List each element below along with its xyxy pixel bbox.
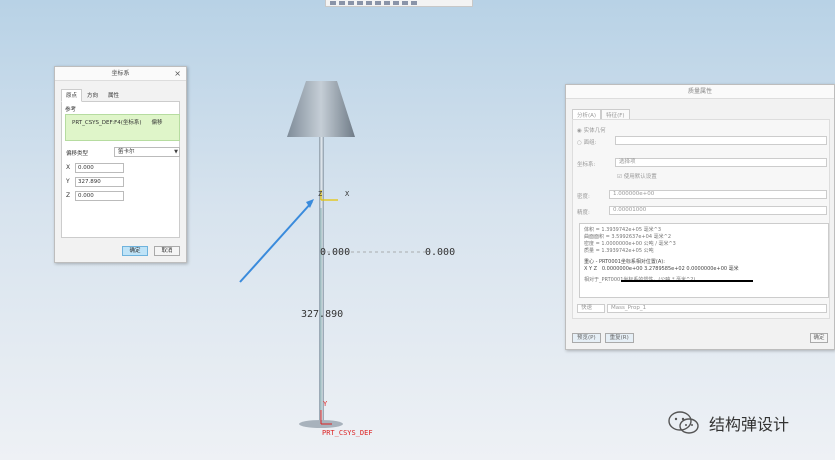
offset-type-select[interactable]: 笛卡尔 ▼ <box>114 147 180 157</box>
feature-name-input[interactable]: Mass_Prop_1 <box>607 304 827 313</box>
accuracy-label: 精度: <box>577 210 590 216</box>
use-default-checkbox[interactable]: ☑ 使用默认设置 <box>617 172 657 180</box>
axis-z-label: Z <box>318 190 323 198</box>
dialog-title: 质量属性 <box>566 85 834 99</box>
x-label: X <box>66 164 71 171</box>
dialog-title-text: 坐标系 <box>111 70 130 77</box>
tab-orientation[interactable]: 方向 <box>82 89 103 101</box>
cancel-button[interactable]: 取消 <box>154 246 180 256</box>
repeat-button[interactable]: 重复(R) <box>604 333 634 343</box>
highlight-underline <box>621 280 753 282</box>
dimension-y[interactable]: 327.890 <box>301 309 343 320</box>
coordinate-system-dialog: 坐标系 × 原点 方向 属性 参考 PRT_CSYS_DEF:F4(坐标系) 偏… <box>54 66 187 263</box>
offset-type-value: 笛卡尔 <box>118 149 135 155</box>
dialog-title: 坐标系 × <box>55 67 186 81</box>
result-line: 密度 = 1.0000000e+00 公吨 / 毫米^3 <box>584 241 676 247</box>
cog-title: 重心 - PRT0001坐标系相对位置(A): <box>584 259 665 265</box>
z-label: Z <box>66 192 71 199</box>
cog-values: 0.0000000e+00 3.2789585e+02 0.0000000e+0… <box>601 266 739 272</box>
preview-button[interactable]: 预览(P) <box>572 333 601 343</box>
reference-label: 参考 <box>65 107 77 113</box>
lamp-pole <box>319 137 324 423</box>
chevron-down-icon: ▼ <box>174 149 178 155</box>
axis-y-label: Y <box>323 400 328 408</box>
cog-row: X Y Z 0.0000000e+00 3.2789585e+02 0.0000… <box>584 266 824 273</box>
watermark: 结构弹设计 <box>667 410 789 436</box>
analysis-panel: ◉ 实体几何 ○ 面组: 坐标系: 选择项 ☑ 使用默认设置 密度: 1.000… <box>572 119 830 319</box>
quick-select[interactable]: 快速 <box>577 304 605 313</box>
wechat-icon <box>668 411 699 434</box>
z-input[interactable]: 0.000 <box>75 191 124 201</box>
close-icon[interactable]: × <box>174 67 181 81</box>
result-line: 质量 = 1.3939742e+05 公吨 <box>584 248 654 254</box>
origin-panel: 参考 PRT_CSYS_DEF:F4(坐标系) 偏移 偏移类型 笛卡尔 ▼ X … <box>61 102 180 238</box>
mass-properties-dialog: 质量属性 分析(A) 特征(F) ◉ 实体几何 ○ 面组: 坐标系: 选择项 ☑… <box>565 84 835 350</box>
accuracy-input[interactable]: 0.00001000 <box>609 206 827 215</box>
ok-button[interactable]: 确定 <box>122 246 148 256</box>
density-input[interactable]: 1.000000e+00 <box>609 190 827 199</box>
cog-axes: X Y Z <box>584 266 598 272</box>
use-default-label: 使用默认设置 <box>623 174 657 180</box>
density-label: 密度: <box>577 194 590 200</box>
ok-button[interactable]: 确定 <box>810 333 828 343</box>
results-area: 体积 = 1.3939742e+05 毫米^3 曲面面积 = 3.5992637… <box>579 223 829 298</box>
offset-type-label: 偏移类型 <box>66 151 89 157</box>
reference-name: PRT_CSYS_DEF:F4(坐标系) <box>72 120 142 126</box>
csys-label: 坐标系: <box>577 162 596 168</box>
dialog-tabs: 原点 方向 属性 <box>61 89 180 102</box>
tab-properties[interactable]: 属性 <box>103 89 124 101</box>
watermark-text: 结构弹设计 <box>709 415 790 434</box>
tab-origin[interactable]: 原点 <box>61 89 83 102</box>
csys-select[interactable]: 选择项 <box>615 158 827 167</box>
result-line: 体积 = 1.3939742e+05 毫米^3 <box>584 227 661 233</box>
dialog-title-text: 质量属性 <box>687 88 712 95</box>
solid-geometry-radio[interactable]: ◉ 实体几何 <box>577 126 606 134</box>
result-line: 曲面面积 = 3.5992637e+04 毫米^2 <box>584 234 671 240</box>
y-label: Y <box>66 178 70 185</box>
lampshade <box>287 81 355 137</box>
reference-collector[interactable]: PRT_CSYS_DEF:F4(坐标系) 偏移 <box>65 114 180 141</box>
dimension-x-end[interactable]: 0.000 <box>425 247 455 258</box>
dialog-buttons: 预览(P) 重复(R) <box>572 333 634 343</box>
y-input[interactable]: 327.890 <box>75 177 124 187</box>
quilt-radio[interactable]: ○ 面组: <box>577 138 596 146</box>
quilt-label: 面组: <box>583 140 597 146</box>
x-input[interactable]: 0.000 <box>75 163 124 173</box>
reference-type[interactable]: 偏移 <box>152 118 163 137</box>
dialog-buttons: 确定 取消 <box>122 246 180 256</box>
dimension-x[interactable]: 0.000 <box>320 247 350 258</box>
quilt-field[interactable] <box>615 136 827 145</box>
axis-x-label: X <box>345 190 350 198</box>
csys-label: PRT_CSYS_DEF <box>322 429 373 437</box>
solid-geometry-label: 实体几何 <box>583 128 606 134</box>
